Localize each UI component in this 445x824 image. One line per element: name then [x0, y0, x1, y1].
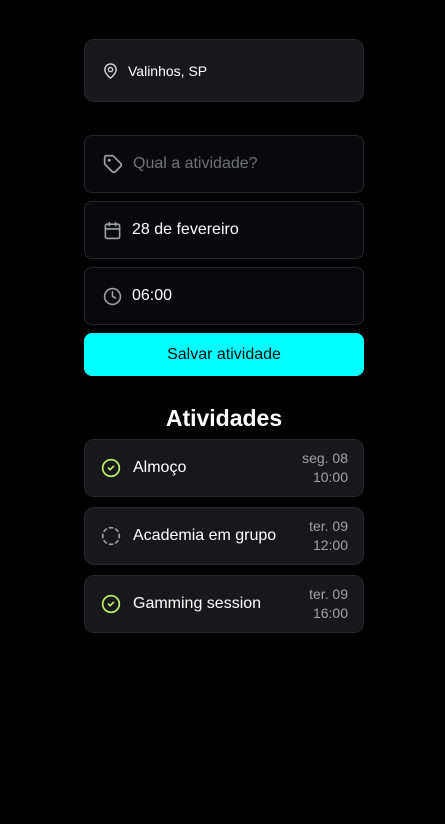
- save-activity-button[interactable]: Salvar atividade: [84, 333, 364, 376]
- activity-time: 16:00: [312, 605, 348, 621]
- activity-time: 12:00: [312, 537, 348, 553]
- check-circle-icon[interactable]: [101, 458, 121, 478]
- activity-item[interactable]: Gamming session ter. 09 16:00: [84, 575, 364, 633]
- date-value: 28 de fevereiro: [132, 221, 239, 238]
- map-pin-icon: [102, 62, 119, 80]
- dashed-circle-icon[interactable]: [101, 526, 121, 546]
- activity-datetime: seg. 08 10:00: [302, 449, 348, 487]
- activity-time: 10:00: [312, 469, 348, 485]
- calendar-icon: [103, 221, 122, 240]
- time-field[interactable]: 06:00: [84, 267, 364, 325]
- activity-item[interactable]: Academia em grupo ter. 09 12:00: [84, 507, 364, 565]
- check-circle-icon[interactable]: [101, 594, 121, 614]
- tag-icon: [103, 154, 123, 174]
- activities-title: Atividades: [165, 405, 283, 431]
- activity-day: ter. 09: [309, 518, 348, 534]
- activity-item[interactable]: Almoço seg. 08 10:00: [84, 439, 364, 497]
- app-container: Valinhos, SP 28 de fevereiro: [84, 39, 364, 643]
- activity-datetime: ter. 09 12:00: [309, 517, 348, 555]
- activities-list: Almoço seg. 08 10:00 Academia em grupo t…: [84, 439, 364, 633]
- date-field[interactable]: 28 de fevereiro: [84, 201, 364, 259]
- activity-datetime: ter. 09 16:00: [309, 585, 348, 623]
- location-label: Valinhos, SP: [128, 62, 208, 79]
- activity-input[interactable]: [133, 155, 353, 173]
- time-value: 06:00: [132, 287, 173, 304]
- activity-form: 28 de fevereiro 06:00 Salvar atividade: [84, 135, 364, 376]
- activity-name: Gamming session: [133, 595, 262, 612]
- activity-name: Almoço: [133, 459, 187, 476]
- location-card: Valinhos, SP: [84, 39, 364, 102]
- activity-name: Academia em grupo: [133, 527, 277, 544]
- clock-icon: [103, 287, 122, 306]
- activity-day: ter. 09: [309, 586, 348, 602]
- activity-field[interactable]: [84, 135, 364, 193]
- activity-day: seg. 08: [302, 450, 348, 466]
